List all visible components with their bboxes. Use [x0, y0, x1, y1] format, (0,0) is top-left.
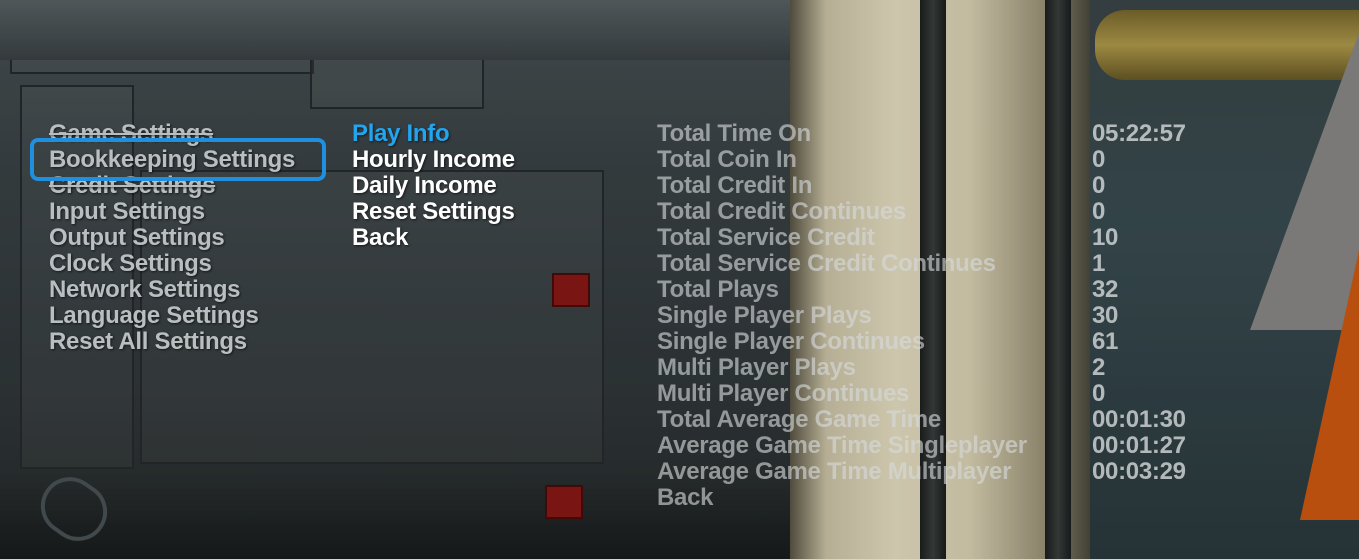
stat-row-multi-player-continues: Multi Player Continues 0	[657, 381, 1217, 407]
stat-row-total-credit-continues: Total Credit Continues 0	[657, 199, 1217, 225]
stat-value: 1	[1092, 250, 1106, 277]
stat-row-single-player-continues: Single Player Continues 61	[657, 329, 1217, 355]
stat-value: 0	[1092, 172, 1106, 199]
menu-item-output-settings[interactable]: Output Settings	[49, 225, 295, 251]
submenu-item-back[interactable]: Back	[352, 225, 515, 251]
menu-item-clock-settings[interactable]: Clock Settings	[49, 251, 295, 277]
submenu-item-daily-income[interactable]: Daily Income	[352, 173, 515, 199]
stat-label: Total Service Credit	[657, 224, 875, 251]
submenu-item-hourly-income[interactable]: Hourly Income	[352, 147, 515, 173]
menu-item-reset-all-settings[interactable]: Reset All Settings	[49, 329, 295, 355]
stat-value: 30	[1092, 302, 1119, 329]
stat-label: Single Player Continues	[657, 328, 925, 355]
stat-row-total-service-credit-continues: Total Service Credit Continues 1	[657, 251, 1217, 277]
stat-label: Total Credit In	[657, 172, 813, 199]
stat-row-total-credit-in: Total Credit In 0	[657, 173, 1217, 199]
stat-row-average-game-time-multiplayer: Average Game Time Multiplayer 00:03:29	[657, 459, 1217, 485]
stat-value: 61	[1092, 328, 1119, 355]
stat-value: 32	[1092, 276, 1119, 303]
selection-highlight	[30, 138, 326, 181]
stat-row-total-time-on: Total Time On 05:22:57	[657, 121, 1217, 147]
stat-label: Single Player Plays	[657, 302, 872, 329]
stat-label: Total Service Credit Continues	[657, 250, 996, 277]
menu-item-network-settings[interactable]: Network Settings	[49, 277, 295, 303]
stat-label: Total Average Game Time	[657, 406, 941, 433]
stat-row-total-service-credit: Total Service Credit 10	[657, 225, 1217, 251]
stat-row-total-coin-in: Total Coin In 0	[657, 147, 1217, 173]
menu-item-language-settings[interactable]: Language Settings	[49, 303, 295, 329]
submenu-item-play-info[interactable]: Play Info	[352, 121, 515, 147]
stat-row-single-player-plays: Single Player Plays 30	[657, 303, 1217, 329]
stat-value: 00:01:30	[1092, 406, 1186, 433]
menu-item-input-settings[interactable]: Input Settings	[49, 199, 295, 225]
stat-value: 10	[1092, 224, 1119, 251]
stat-label: Average Game Time Multiplayer	[657, 458, 1012, 485]
stat-label: Multi Player Continues	[657, 380, 910, 407]
play-info-stats: Total Time On 05:22:57 Total Coin In 0 T…	[657, 121, 1217, 511]
stat-value: 0	[1092, 146, 1106, 173]
stat-label: Total Time On	[657, 120, 811, 147]
stat-label: Total Coin In	[657, 146, 797, 173]
stat-row-total-average-game-time: Total Average Game Time 00:01:30	[657, 407, 1217, 433]
stat-label: Average Game Time Singleplayer	[657, 432, 1027, 459]
stat-row-average-game-time-singleplayer: Average Game Time Singleplayer 00:01:27	[657, 433, 1217, 459]
stat-value: 05:22:57	[1092, 120, 1186, 147]
stat-value: 0	[1092, 380, 1106, 407]
stat-value: 00:01:27	[1092, 432, 1186, 459]
bookkeeping-submenu: Play Info Hourly Income Daily Income Res…	[352, 121, 515, 251]
stat-value: 0	[1092, 198, 1106, 225]
submenu-item-reset-settings[interactable]: Reset Settings	[352, 199, 515, 225]
stat-value: 00:03:29	[1092, 458, 1186, 485]
play-info-back-button[interactable]: Back	[657, 485, 1217, 511]
stat-label: Total Credit Continues	[657, 198, 906, 225]
stat-value: 2	[1092, 354, 1106, 381]
stat-label: Multi Player Plays	[657, 354, 856, 381]
stat-row-multi-player-plays: Multi Player Plays 2	[657, 355, 1217, 381]
stat-label: Total Plays	[657, 276, 779, 303]
stat-row-total-plays: Total Plays 32	[657, 277, 1217, 303]
